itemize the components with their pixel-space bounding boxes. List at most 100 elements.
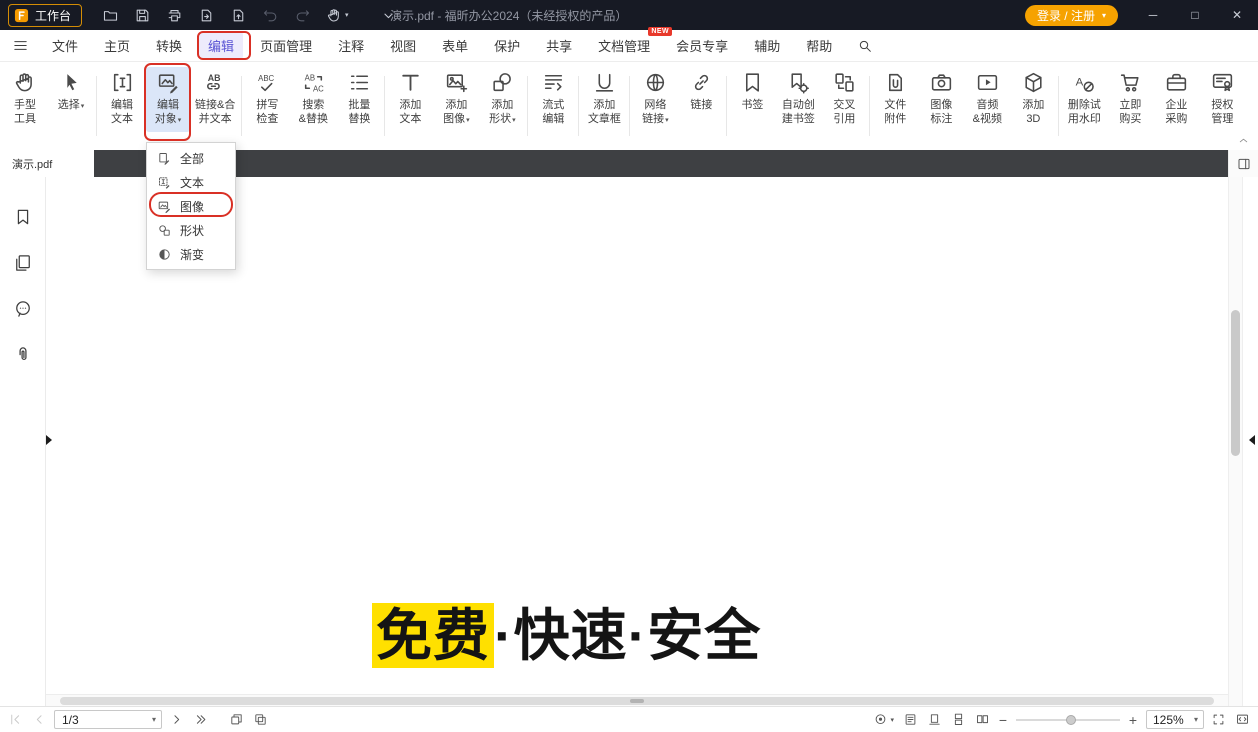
menu-edit[interactable]: 编辑 <box>199 31 243 60</box>
svg-text:AB: AB <box>304 73 314 82</box>
close-button[interactable]: ✕ <box>1216 0 1258 30</box>
menu-home[interactable]: 主页 <box>95 31 139 60</box>
auto-create-bookmark-button[interactable]: 自动创 建书签▾ <box>776 67 820 130</box>
bookmarks-panel-button[interactable] <box>13 207 33 227</box>
menu-file[interactable]: 文件 <box>43 31 87 60</box>
remove-trial-watermark-button[interactable]: A 删除试 用水印▾ <box>1062 67 1106 130</box>
menu-help[interactable]: 帮助 <box>797 31 841 60</box>
facing-view-button-icon <box>975 712 990 727</box>
create-pdf-icon[interactable]: ▾ <box>230 7 247 24</box>
login-register-button[interactable]: 登录 / 注册 ▾ <box>1025 5 1118 26</box>
save-icon[interactable]: ▾ <box>134 7 151 24</box>
edit-shape-option[interactable]: 形状 <box>147 218 235 242</box>
undo-icon[interactable]: ▾ <box>262 7 279 24</box>
search-replace-button-icon: ABAC <box>301 70 326 95</box>
fullscreen-button[interactable]: ▾ <box>1211 712 1226 727</box>
add-image-button[interactable]: 添加 图像▾ <box>434 67 478 132</box>
attachments-panel-button-icon <box>13 345 33 365</box>
workspace-button[interactable]: 工作台 <box>8 4 82 27</box>
view-mode-button-icon <box>873 712 888 727</box>
prev-page-button[interactable]: ▾ <box>32 712 47 727</box>
search-icon[interactable] <box>857 38 873 54</box>
select-tool-button[interactable]: 选择▾ <box>49 67 93 118</box>
zoom-in-button[interactable]: + <box>1127 712 1139 728</box>
menu-protect[interactable]: 保护 <box>485 31 529 60</box>
single-page-view-button[interactable]: ▾ <box>927 712 942 727</box>
v-scrollbar[interactable] <box>1228 177 1242 706</box>
print-icon[interactable]: ▾ <box>166 7 183 24</box>
page-number-combo[interactable]: 1/3 ▾ <box>54 710 162 729</box>
panel-toggle-icon[interactable] <box>1236 156 1252 172</box>
image-annotation-button[interactable]: 图像 标注▾ <box>919 67 963 130</box>
redo-icon[interactable]: ▾ <box>294 7 311 24</box>
fit-screen-button-icon <box>1235 712 1250 727</box>
page-headline[interactable]: 免费·快速·安全 <box>372 591 761 672</box>
add-3d-button[interactable]: 添加 3D▾ <box>1011 67 1055 130</box>
link-merge-text-button[interactable]: AB 链接&合 并文本▾ <box>192 67 238 130</box>
edit-text-option[interactable]: 文本 <box>147 170 235 194</box>
pages-panel-button[interactable] <box>13 253 33 273</box>
audio-video-button[interactable]: 音频 &视频▾ <box>965 67 1009 130</box>
menu-form[interactable]: 表单 <box>433 31 477 60</box>
edit-image-option[interactable]: 图像 <box>147 194 235 218</box>
collapse-ribbon-icon[interactable] <box>1237 134 1250 147</box>
menu-member-exclusive[interactable]: 会员专享 <box>667 31 737 60</box>
continuous-view-button[interactable]: ▾ <box>951 712 966 727</box>
hand-tool-button[interactable]: 手型 工具▾ <box>3 67 47 130</box>
hamburger-menu-icon[interactable] <box>12 37 29 54</box>
h-scrollbar-thumb[interactable] <box>60 697 1214 705</box>
enterprise-purchase-button[interactable]: 企业 采购▾ <box>1154 67 1198 130</box>
edit-gradient-option[interactable]: 渐变 <box>147 242 235 266</box>
bookmark-button[interactable]: 书签▾ <box>730 67 774 116</box>
search-replace-button[interactable]: ABAC 搜索 &替换▾ <box>291 67 335 130</box>
menu-view[interactable]: 视图 <box>381 31 425 60</box>
h-scrollbar[interactable] <box>46 694 1228 706</box>
web-link-button[interactable]: 网络 链接▾ <box>633 67 677 132</box>
file-attachment-button[interactable]: 文件 附件▾ <box>873 67 917 130</box>
comments-panel-button[interactable] <box>13 299 33 319</box>
link-button[interactable]: 链接▾ <box>679 67 723 116</box>
zoom-slider-knob[interactable] <box>1066 715 1076 725</box>
facing-view-button[interactable]: ▾ <box>975 712 990 727</box>
edit-object-button[interactable]: 编辑 对象▾ <box>146 67 190 132</box>
menu-doc-management[interactable]: 文档管理 NEW <box>589 31 659 60</box>
reading-mode-button[interactable]: ▾ <box>903 712 918 727</box>
collapse-left-panel-arrow[interactable] <box>46 435 52 445</box>
redo-icon-icon <box>294 7 311 24</box>
buy-now-button[interactable]: 立即 购买▾ <box>1108 67 1152 130</box>
first-page-button[interactable]: ▾ <box>8 712 23 727</box>
zoom-level-combo[interactable]: 125% ▾ <box>1146 710 1204 729</box>
open-file-icon[interactable]: ▾ <box>102 7 119 24</box>
fit-screen-button[interactable]: ▾ <box>1235 712 1250 727</box>
spell-check-button[interactable]: ABC 拼写 检查▾ <box>245 67 289 130</box>
batch-replace-button[interactable]: 批量 替换▾ <box>337 67 381 130</box>
add-text-button[interactable]: 添加 文本▾ <box>388 67 432 130</box>
cross-reference-button[interactable]: 交叉 引用▾ <box>822 67 866 130</box>
v-scrollbar-thumb[interactable] <box>1231 310 1240 456</box>
menu-share[interactable]: 共享 <box>537 31 581 60</box>
menu-page-management[interactable]: 页面管理 <box>251 31 321 60</box>
maximize-button[interactable]: □ <box>1174 0 1216 30</box>
last-page-button[interactable]: ▾ <box>193 712 208 727</box>
menu-convert[interactable]: 转换 <box>147 31 191 60</box>
clipboard-button[interactable]: ▾ <box>253 712 268 727</box>
hand-gesture-icon[interactable]: ▾ <box>326 7 349 24</box>
next-page-button[interactable]: ▾ <box>169 712 184 727</box>
minimize-button[interactable]: ─ <box>1132 0 1174 30</box>
add-shape-button[interactable]: 添加 形状▾ <box>480 67 524 132</box>
zoom-slider[interactable] <box>1016 713 1120 727</box>
snapshot-button[interactable]: ▾ <box>229 712 244 727</box>
menu-assist[interactable]: 辅助 <box>745 31 789 60</box>
add-article-box-button[interactable]: 添加 文章框▾ <box>582 67 626 130</box>
document-tab[interactable]: 演示.pdf <box>0 150 94 177</box>
license-management-button[interactable]: 授权 管理▾ <box>1200 67 1244 130</box>
zoom-out-button[interactable]: − <box>997 712 1009 728</box>
edit-text-button[interactable]: 编辑 文本▾ <box>100 67 144 130</box>
attachments-panel-button[interactable] <box>13 345 33 365</box>
export-pdf-icon[interactable]: ▾ <box>198 7 215 24</box>
reflow-edit-button[interactable]: 流式 编辑▾ <box>531 67 575 130</box>
menu-comment[interactable]: 注释 <box>329 31 373 60</box>
edit-all-option[interactable]: 全部 <box>147 146 235 170</box>
view-mode-button[interactable]: ▾ <box>873 712 894 727</box>
collapse-right-panel-arrow[interactable] <box>1249 435 1255 445</box>
